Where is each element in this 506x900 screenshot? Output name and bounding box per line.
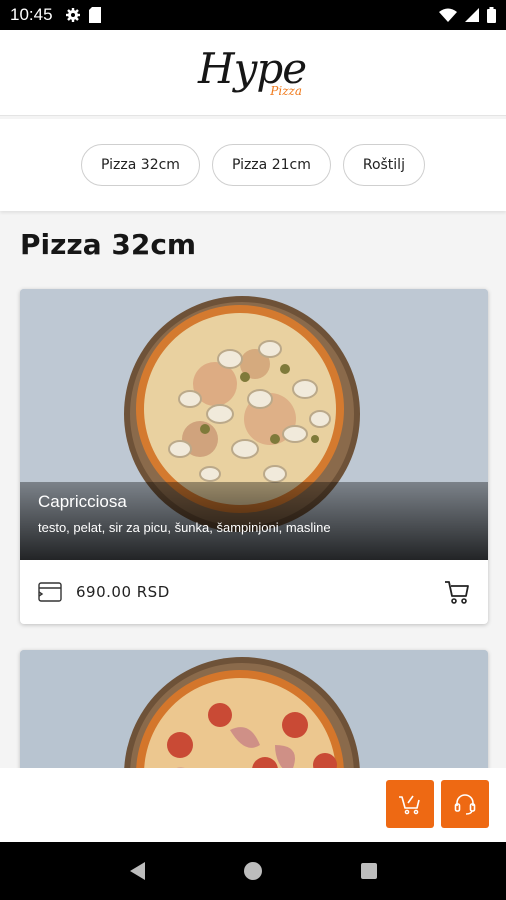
- recents-icon[interactable]: [360, 862, 378, 880]
- logo-sub-text: Pizza: [270, 83, 302, 98]
- category-bar: Pizza 32cm Pizza 21cm Roštilj: [0, 119, 506, 211]
- app-header: Hype Pizza: [0, 30, 506, 116]
- status-bar: 10:45: [0, 0, 506, 30]
- add-to-cart-icon[interactable]: [444, 580, 470, 604]
- wifi-icon: [439, 8, 457, 22]
- settings-icon: [65, 8, 80, 22]
- product-description: testo, pelat, sir za picu, šunka, šampin…: [38, 520, 331, 535]
- sim-card-icon: [88, 7, 101, 23]
- category-chip-pizza-32[interactable]: Pizza 32cm: [81, 144, 200, 186]
- product-price: 690.00 RSD: [76, 583, 170, 601]
- status-time: 10:45: [10, 5, 53, 24]
- signal-icon: [465, 8, 479, 22]
- support-button[interactable]: [441, 780, 489, 828]
- cart-button[interactable]: [386, 780, 434, 828]
- back-icon[interactable]: [128, 861, 146, 881]
- product-name: Capricciosa: [38, 492, 127, 511]
- category-chip-rostilj[interactable]: Roštilj: [342, 144, 425, 186]
- category-chip-pizza-21[interactable]: Pizza 21cm: [211, 144, 331, 186]
- product-footer: 690.00 RSD: [20, 560, 488, 624]
- navigation-bar: [0, 842, 506, 900]
- logo: Hype Pizza: [198, 40, 308, 106]
- headset-icon: [454, 794, 476, 815]
- product-card[interactable]: Capricciosa testo, pelat, sir za picu, š…: [20, 289, 488, 624]
- price-tag-icon: [38, 582, 62, 602]
- cart-icon: [399, 795, 420, 815]
- section-title: Pizza 32cm: [20, 228, 197, 261]
- battery-icon: [487, 7, 496, 23]
- home-icon[interactable]: [243, 861, 263, 881]
- pizza-capricciosa-image: Capricciosa testo, pelat, sir za picu, š…: [20, 289, 488, 560]
- product-info-overlay: Capricciosa testo, pelat, sir za picu, š…: [20, 482, 488, 560]
